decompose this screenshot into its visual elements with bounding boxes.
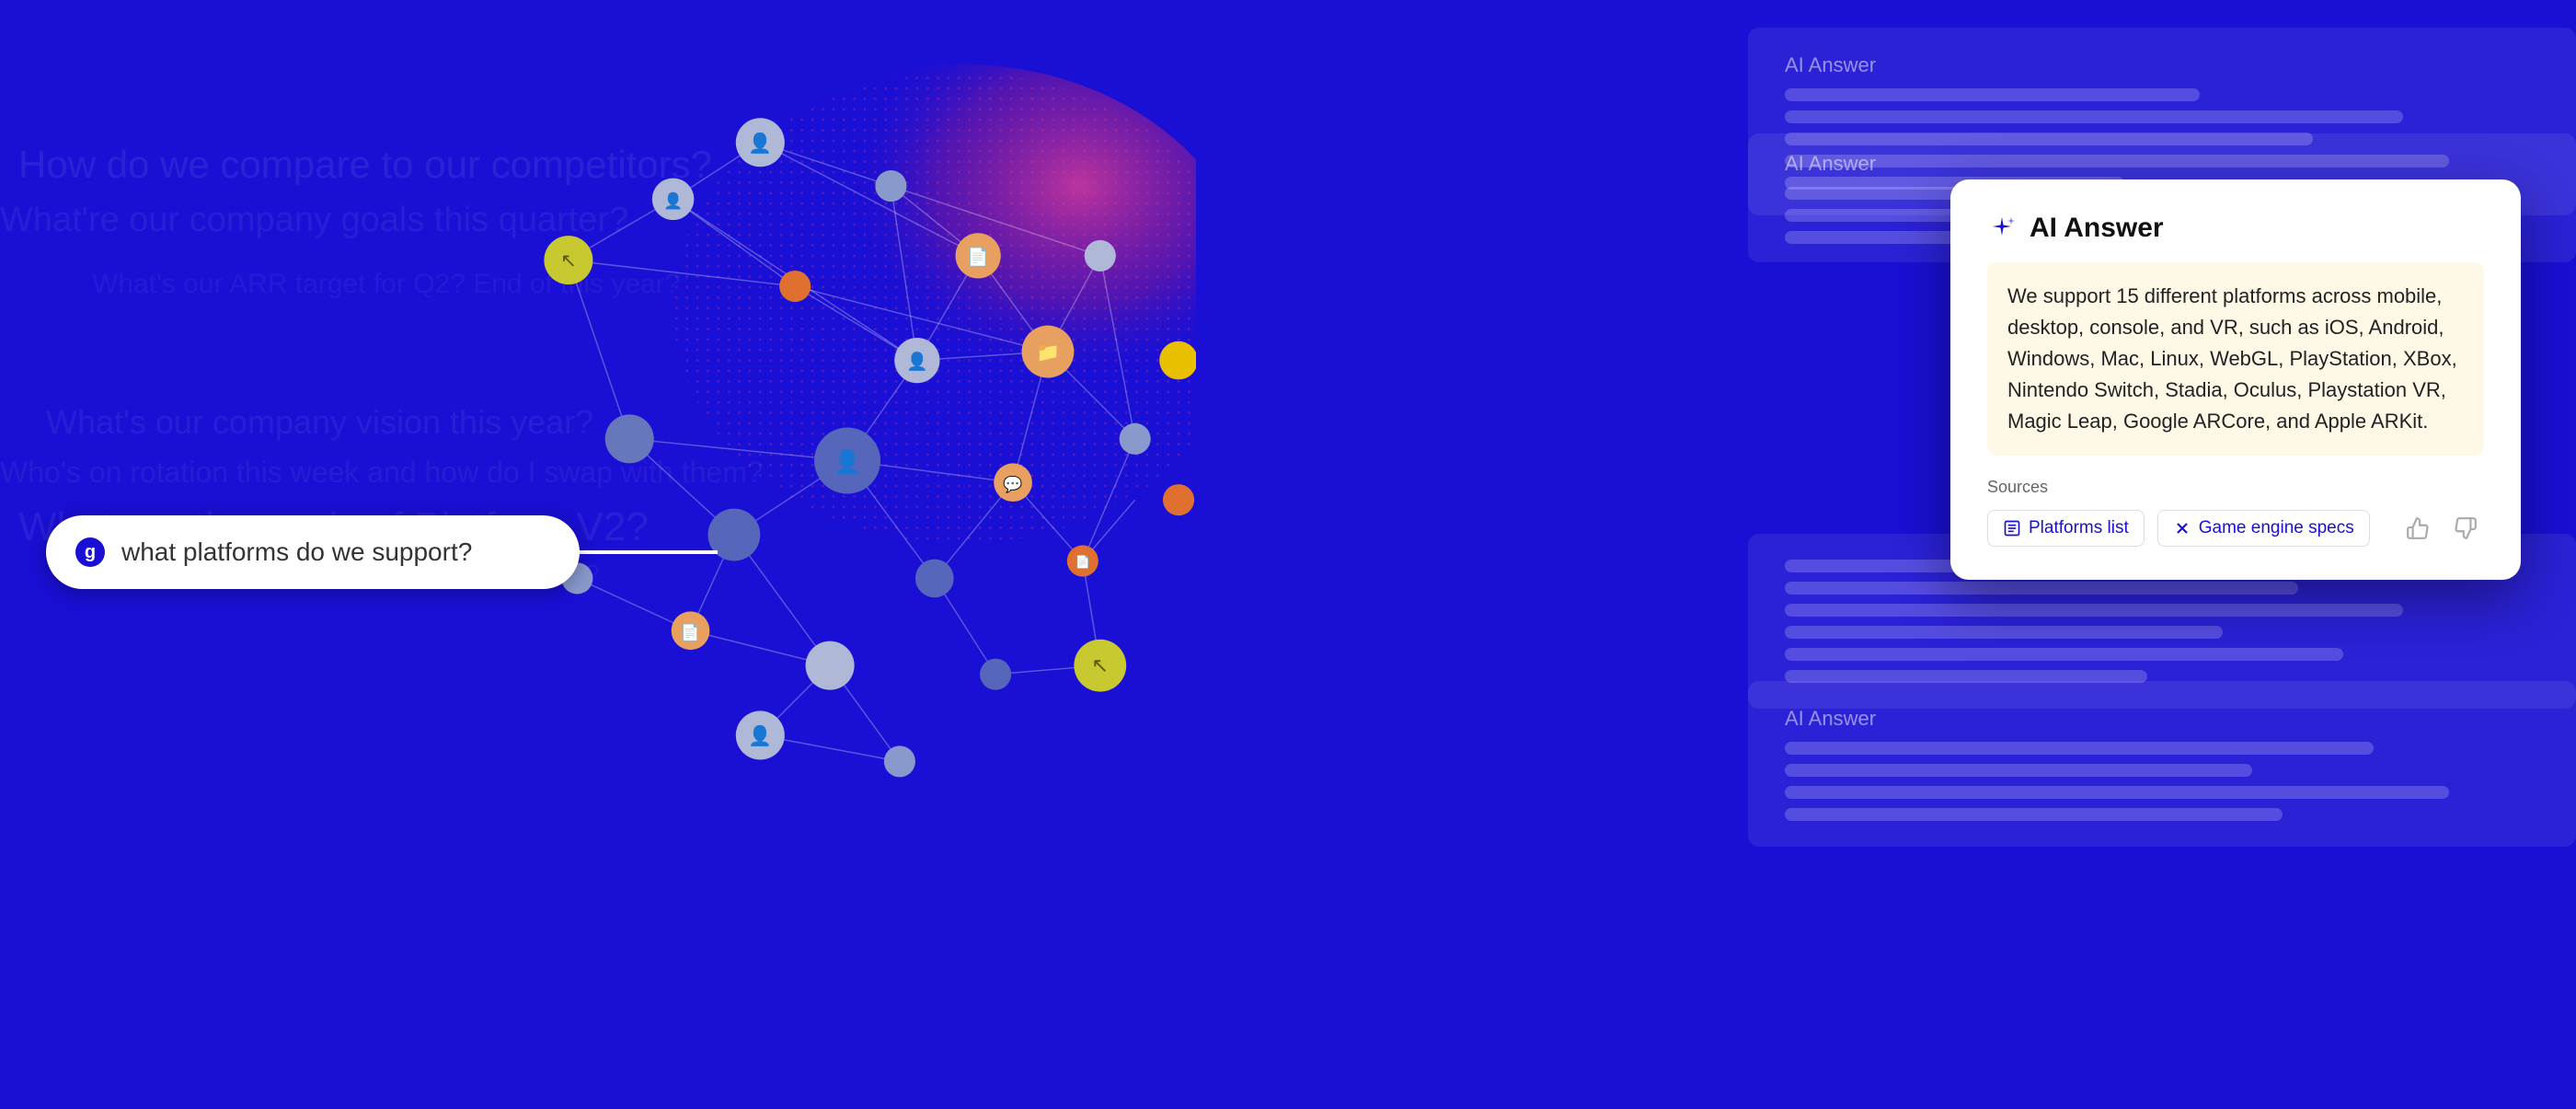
svg-text:👤: 👤 [663, 191, 683, 210]
svg-text:↖: ↖ [1091, 653, 1109, 677]
svg-text:📄: 📄 [681, 623, 700, 641]
sparkle-icon [1987, 214, 2017, 243]
list-icon [2003, 519, 2021, 537]
search-input-value: what platforms do we support? [121, 537, 552, 567]
svg-text:👤: 👤 [748, 725, 772, 747]
ai-panel-4: AI Answer [1748, 681, 2576, 847]
ai-label-2: AI Answer [1785, 152, 2539, 176]
svg-text:📁: 📁 [1036, 342, 1060, 364]
source-label-1: Platforms list [2029, 518, 2129, 538]
guru-logo-icon: g [74, 536, 107, 569]
sources-row: Platforms list Game engine specs [1987, 510, 2484, 547]
ai-label-4: AI Answer [1785, 707, 2539, 731]
search-bar[interactable]: g what platforms do we support? [46, 515, 580, 589]
ai-answer-header: AI Answer [1987, 213, 2484, 244]
search-area: g what platforms do we support? [46, 515, 580, 589]
cross-icon [2173, 519, 2191, 537]
svg-text:📄: 📄 [1075, 554, 1091, 569]
svg-text:↖: ↖ [560, 250, 576, 271]
source-label-2: Game engine specs [2199, 518, 2354, 538]
ai-answer-title: AI Answer [2030, 213, 2164, 244]
svg-text:👤: 👤 [834, 448, 862, 475]
svg-text:💬: 💬 [1003, 475, 1022, 493]
thumbs-up-button[interactable] [2399, 510, 2436, 547]
svg-text:👤: 👤 [748, 132, 772, 154]
feedback-buttons [2399, 510, 2484, 547]
svg-text:g: g [85, 542, 96, 562]
source-chip-gameengine[interactable]: Game engine specs [2157, 510, 2370, 547]
thumbs-down-button[interactable] [2447, 510, 2484, 547]
ai-label-1: AI Answer [1785, 53, 2539, 77]
svg-text:📄: 📄 [967, 246, 989, 267]
ai-answer-body: We support 15 different platforms across… [1987, 262, 2484, 456]
ai-answer-card: AI Answer We support 15 different platfo… [1950, 179, 2521, 580]
sources-label: Sources [1987, 478, 2484, 497]
source-chip-platforms[interactable]: Platforms list [1987, 510, 2145, 547]
svg-text:👤: 👤 [906, 351, 928, 372]
